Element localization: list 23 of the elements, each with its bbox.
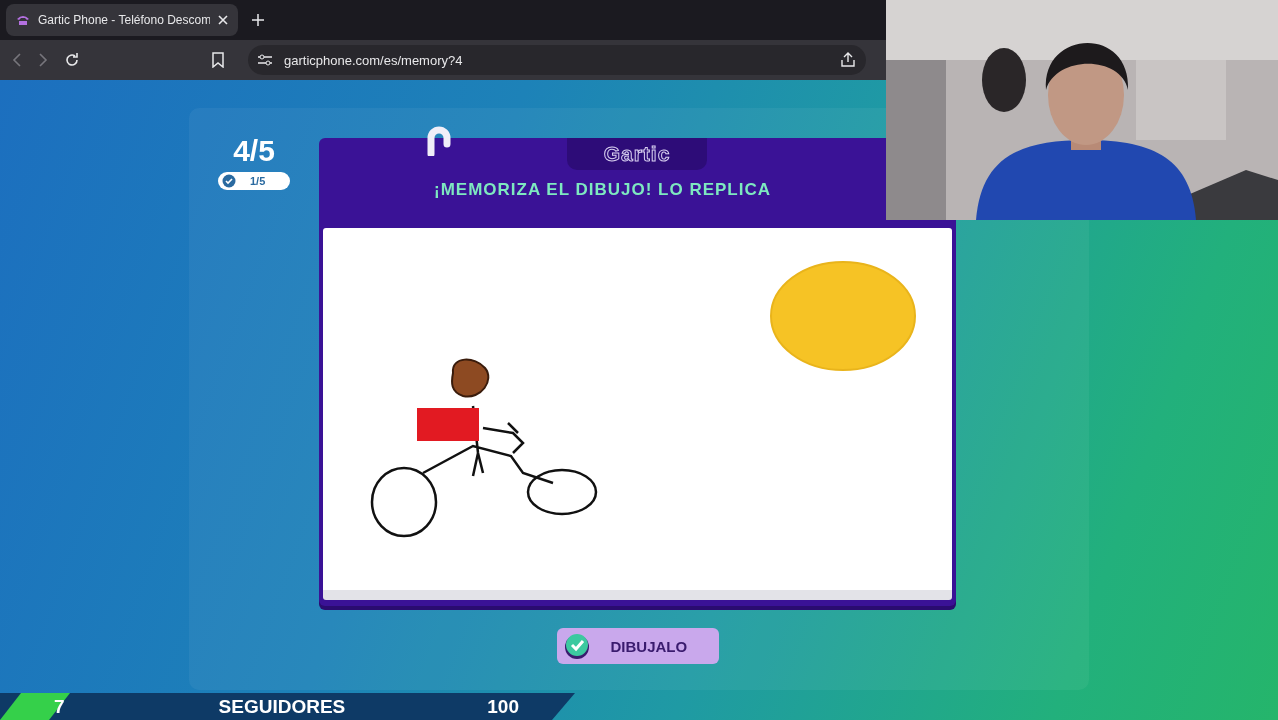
share-icon[interactable] [840,52,856,68]
round-counter: 4/5 [233,134,275,168]
check-icon [562,632,591,660]
address-bar[interactable]: garticphone.com/es/memory?4 [248,45,866,75]
forward-icon[interactable] [38,53,48,67]
phone-icon [16,14,30,26]
reload-icon[interactable] [64,52,80,68]
back-icon[interactable] [12,53,22,67]
tab-title: Gartic Phone - Teléfono Descom [38,13,210,27]
follower-count: 7 [54,695,65,718]
done-count: 1/5 [250,175,266,187]
close-icon[interactable] [218,15,228,25]
follower-goal: 100 [487,695,519,718]
ring-icon [425,124,453,156]
game-logo: Gartic [567,138,707,170]
url-text: garticphone.com/es/memory?4 [284,52,464,68]
bookmark-icon[interactable] [212,52,224,68]
browser-tab[interactable]: Gartic Phone - Teléfono Descom [6,4,238,36]
instruction-text: ¡MEMORIZA EL DIBUJO! LO REPLICA [434,180,771,200]
done-button[interactable]: DIBUJALO [556,628,719,664]
follower-label: SEGUIDORES [218,695,346,718]
new-tab-icon[interactable] [252,14,264,26]
site-settings-icon[interactable] [258,54,272,66]
